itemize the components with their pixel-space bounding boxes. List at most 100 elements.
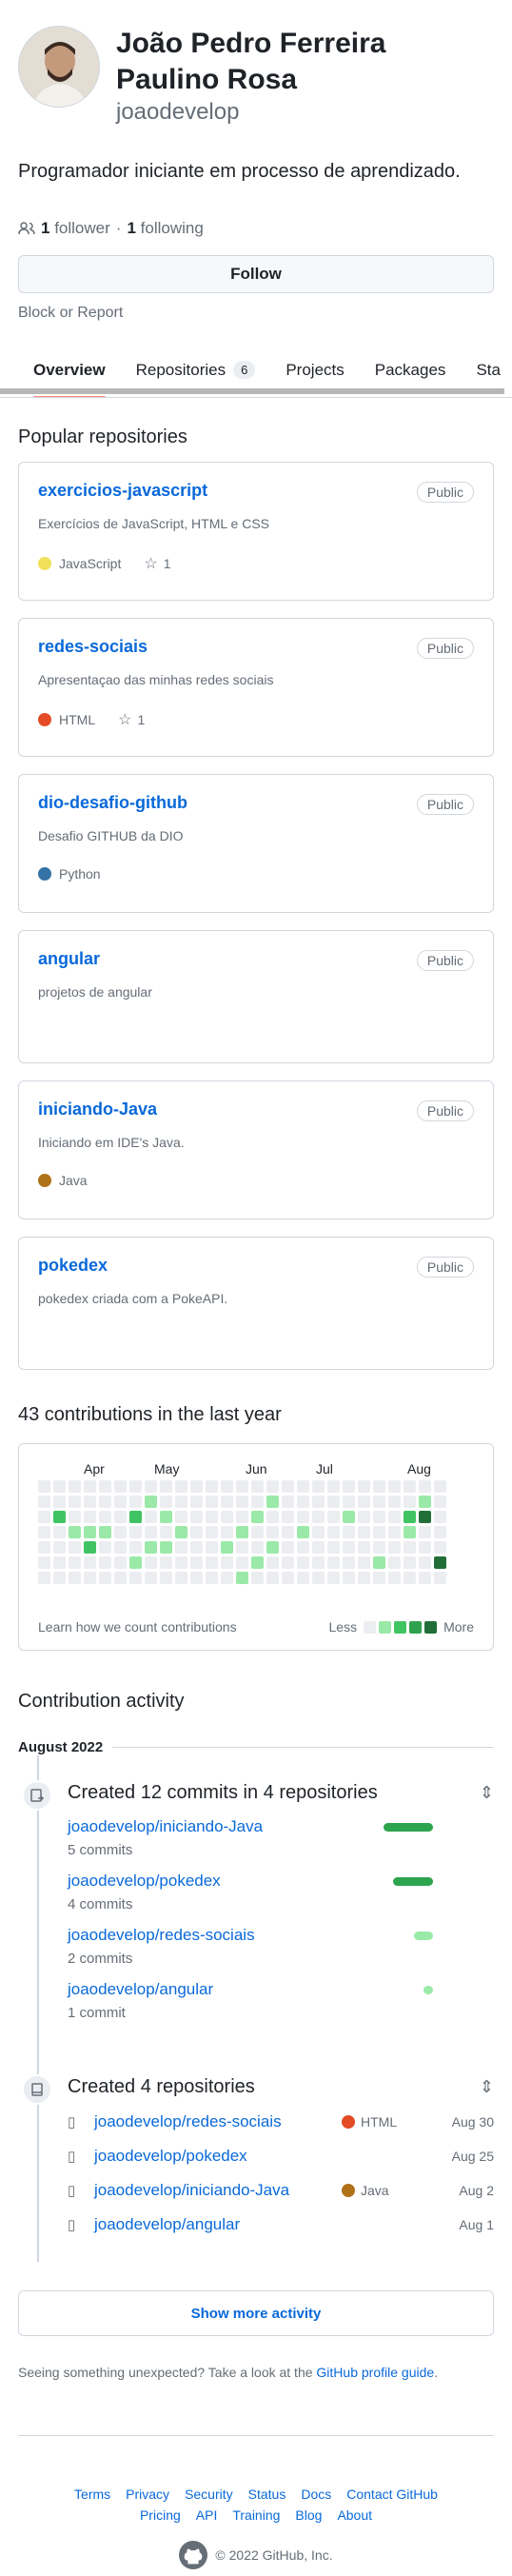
contribution-cell[interactable]: [145, 1480, 157, 1493]
contribution-cell[interactable]: [373, 1572, 385, 1584]
contribution-cell[interactable]: [236, 1511, 248, 1523]
contribution-cell[interactable]: [69, 1541, 81, 1554]
contribution-cell[interactable]: [251, 1480, 264, 1493]
contribution-cell[interactable]: [221, 1526, 233, 1538]
footer-link[interactable]: Contact GitHub: [346, 2487, 438, 2502]
contribution-cell[interactable]: [297, 1496, 309, 1508]
contribution-cell[interactable]: [312, 1480, 325, 1493]
contribution-cell[interactable]: [312, 1541, 325, 1554]
contribution-cell[interactable]: [434, 1480, 446, 1493]
contribution-cell[interactable]: [251, 1541, 264, 1554]
footer-link[interactable]: Training: [232, 2507, 280, 2523]
followers-link[interactable]: 1 follower: [41, 219, 110, 238]
created-repo-link[interactable]: joaodevelop/angular: [94, 2215, 342, 2234]
contribution-cell[interactable]: [69, 1526, 81, 1538]
contribution-cell[interactable]: [434, 1511, 446, 1523]
contribution-cell[interactable]: [190, 1556, 203, 1569]
contribution-cell[interactable]: [175, 1556, 187, 1569]
repo-name-link[interactable]: redes-sociais: [38, 637, 148, 656]
contribution-cell[interactable]: [221, 1480, 233, 1493]
contribution-cell[interactable]: [327, 1511, 340, 1523]
contribution-cell[interactable]: [327, 1526, 340, 1538]
contribution-cell[interactable]: [38, 1572, 50, 1584]
contribution-cell[interactable]: [251, 1556, 264, 1569]
repo-name-link[interactable]: pokedex: [38, 1256, 108, 1275]
profile-guide-link[interactable]: GitHub profile guide: [316, 2365, 434, 2380]
contribution-cell[interactable]: [434, 1496, 446, 1508]
commit-count-link[interactable]: 1 commit: [68, 2005, 494, 2021]
contribution-cell[interactable]: [404, 1541, 416, 1554]
contribution-cell[interactable]: [388, 1480, 401, 1493]
contribution-cell[interactable]: [221, 1511, 233, 1523]
contribution-cell[interactable]: [419, 1511, 431, 1523]
contribution-cell[interactable]: [206, 1511, 218, 1523]
contribution-cell[interactable]: [312, 1511, 325, 1523]
contribution-cell[interactable]: [160, 1541, 172, 1554]
contribution-cell[interactable]: [206, 1526, 218, 1538]
contribution-cell[interactable]: [114, 1480, 127, 1493]
contribution-cell[interactable]: [84, 1496, 96, 1508]
contribution-cell[interactable]: [343, 1572, 355, 1584]
contribution-cell[interactable]: [69, 1556, 81, 1569]
contribution-cell[interactable]: [236, 1526, 248, 1538]
contribution-cell[interactable]: [190, 1480, 203, 1493]
contribution-cell[interactable]: [373, 1526, 385, 1538]
contribution-cell[interactable]: [327, 1541, 340, 1554]
contribution-cell[interactable]: [175, 1511, 187, 1523]
contribution-cell[interactable]: [99, 1496, 111, 1508]
contribution-cell[interactable]: [251, 1572, 264, 1584]
contribution-cell[interactable]: [38, 1496, 50, 1508]
repo-name-link[interactable]: exercicios-javascript: [38, 481, 207, 500]
contribution-cell[interactable]: [129, 1496, 142, 1508]
contribution-cell[interactable]: [206, 1480, 218, 1493]
footer-link[interactable]: Privacy: [126, 2487, 169, 2502]
contribution-cell[interactable]: [114, 1572, 127, 1584]
contribution-cell[interactable]: [160, 1496, 172, 1508]
contribution-cell[interactable]: [69, 1511, 81, 1523]
contribution-cell[interactable]: [175, 1541, 187, 1554]
contribution-cell[interactable]: [282, 1480, 294, 1493]
contribution-cell[interactable]: [99, 1526, 111, 1538]
contribution-cell[interactable]: [53, 1556, 66, 1569]
contribution-cell[interactable]: [175, 1480, 187, 1493]
contribution-cell[interactable]: [266, 1556, 279, 1569]
contribution-cell[interactable]: [99, 1556, 111, 1569]
follow-button[interactable]: Follow: [18, 255, 494, 293]
commit-repo-link[interactable]: joaodevelop/redes-sociais: [68, 1926, 255, 1944]
contribution-cell[interactable]: [434, 1556, 446, 1569]
contribution-cell[interactable]: [419, 1526, 431, 1538]
contribution-cell[interactable]: [358, 1556, 370, 1569]
contribution-cell[interactable]: [266, 1511, 279, 1523]
contribution-cell[interactable]: [434, 1526, 446, 1538]
contribution-cell[interactable]: [404, 1480, 416, 1493]
contribution-cell[interactable]: [84, 1572, 96, 1584]
contribution-cell[interactable]: [266, 1480, 279, 1493]
contribution-cell[interactable]: [175, 1496, 187, 1508]
contribution-cell[interactable]: [236, 1480, 248, 1493]
commit-repo-link[interactable]: joaodevelop/iniciando-Java: [68, 1817, 263, 1835]
contribution-cell[interactable]: [38, 1556, 50, 1569]
contribution-cell[interactable]: [343, 1526, 355, 1538]
contribution-cell[interactable]: [99, 1541, 111, 1554]
contribution-cell[interactable]: [38, 1526, 50, 1538]
contribution-cell[interactable]: [404, 1496, 416, 1508]
block-report-link[interactable]: Block or Report: [18, 305, 494, 322]
contribution-cell[interactable]: [343, 1480, 355, 1493]
commit-repo-link[interactable]: joaodevelop/pokedex: [68, 1872, 221, 1890]
contribution-cell[interactable]: [419, 1541, 431, 1554]
contribution-cell[interactable]: [206, 1556, 218, 1569]
contribution-cell[interactable]: [190, 1511, 203, 1523]
footer-link[interactable]: Status: [248, 2487, 286, 2502]
contribution-cell[interactable]: [53, 1526, 66, 1538]
commit-repo-link[interactable]: joaodevelop/angular: [68, 1980, 213, 1998]
footer-link[interactable]: Blog: [295, 2507, 322, 2523]
contribution-cell[interactable]: [297, 1511, 309, 1523]
contribution-cell[interactable]: [282, 1572, 294, 1584]
contribution-cell[interactable]: [53, 1541, 66, 1554]
contribution-cell[interactable]: [38, 1511, 50, 1523]
collapse-icon[interactable]: ⇕: [480, 2077, 494, 2097]
footer-link[interactable]: Security: [185, 2487, 233, 2502]
contribution-cell[interactable]: [129, 1556, 142, 1569]
contribution-cell[interactable]: [388, 1556, 401, 1569]
contribution-cell[interactable]: [343, 1541, 355, 1554]
